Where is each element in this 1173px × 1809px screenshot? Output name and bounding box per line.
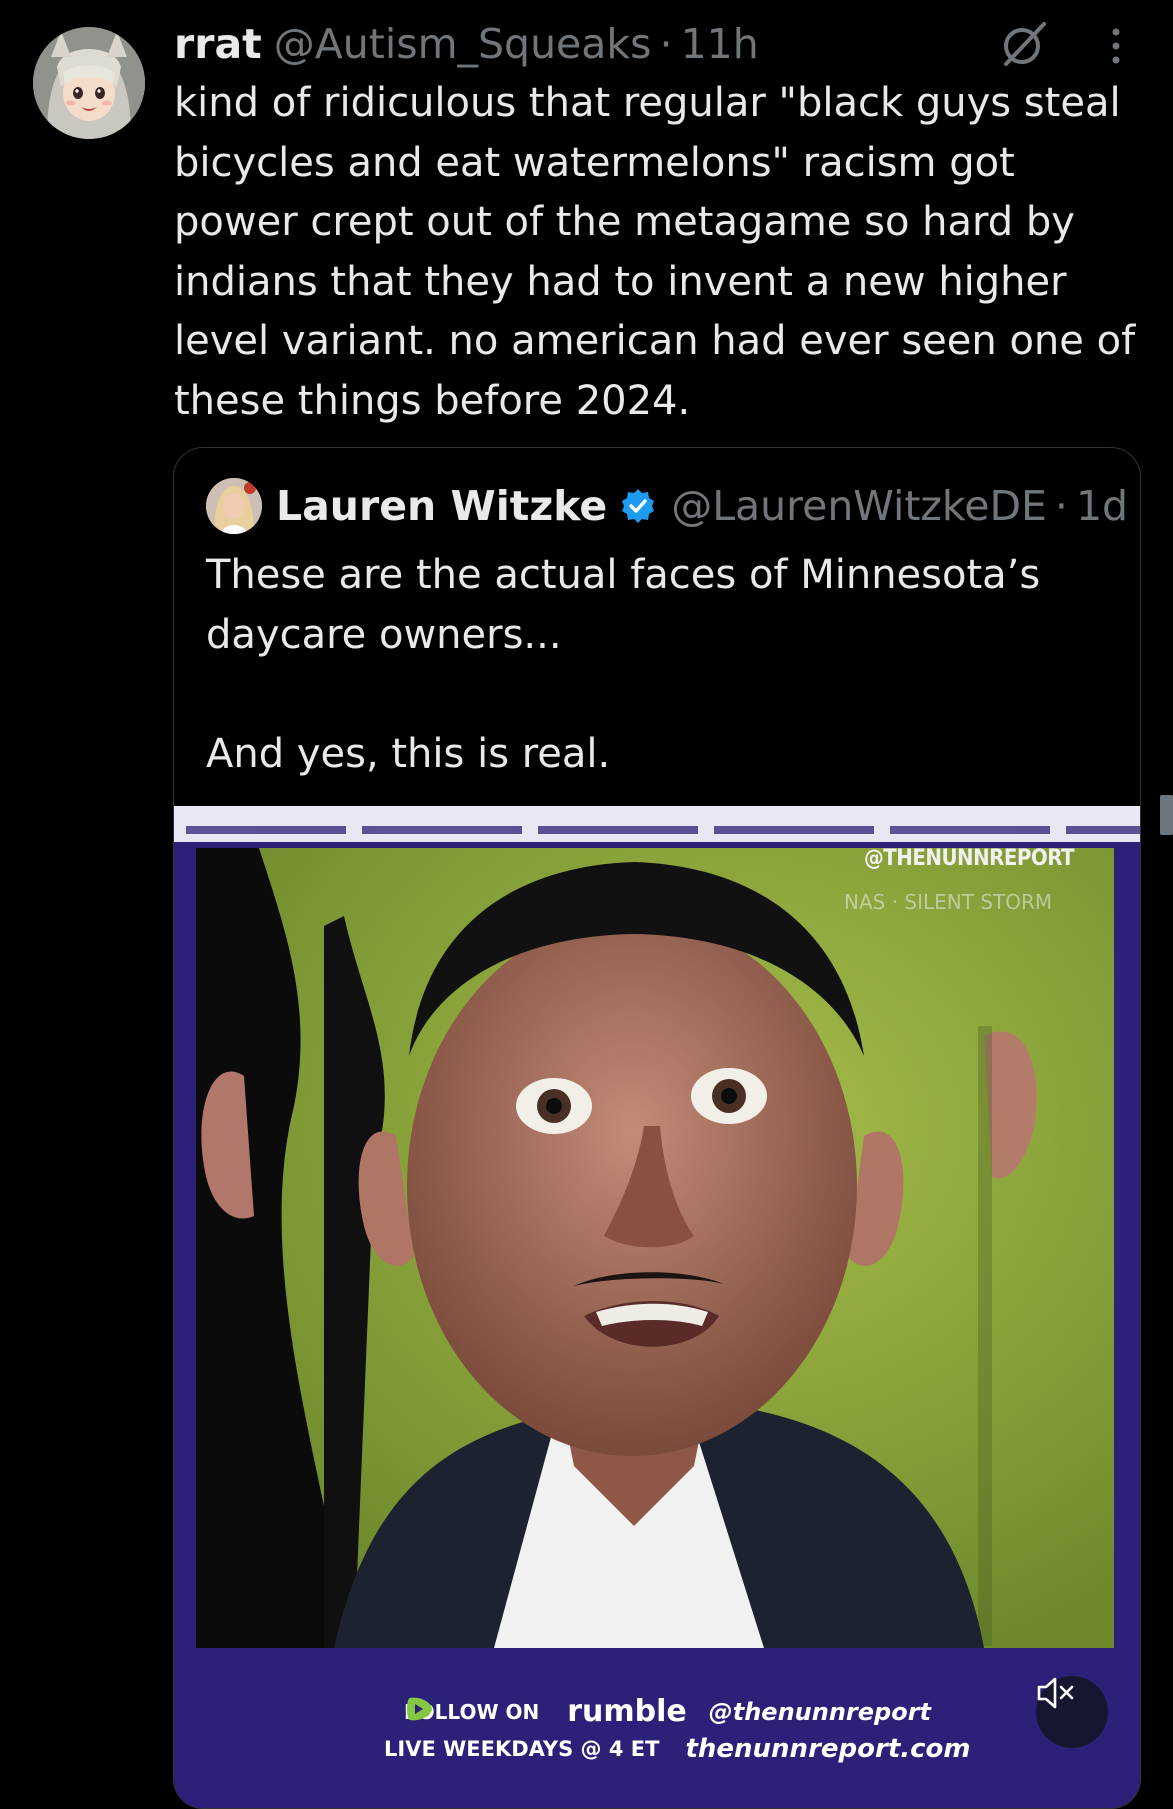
mute-toggle-button[interactable] bbox=[1036, 1676, 1108, 1748]
video-footer-follow: FOLLOW ON rumble @thenunnreport bbox=[404, 1694, 931, 1729]
tweet-text-line: level variant. no american had ever seen… bbox=[174, 318, 1136, 364]
quoted-author-avatar[interactable] bbox=[206, 478, 262, 534]
quoted-text-line: And yes, this is real. bbox=[206, 730, 611, 777]
quoted-tweet-card[interactable]: Lauren Witzke @LaurenWitzkeDE · 1d These… bbox=[173, 447, 1141, 1809]
quoted-author-handle[interactable]: @LaurenWitzkeDE bbox=[671, 482, 1047, 530]
tweet-text-line: indians that they had to invent a new hi… bbox=[174, 258, 1067, 305]
site-url-text: thenunnreport.com bbox=[685, 1734, 971, 1764]
quoted-tweet-header: Lauren Witzke @LaurenWitzkeDE · 1d bbox=[276, 476, 1128, 536]
author-display-name[interactable]: rrat bbox=[174, 20, 262, 68]
tweet-text-line: kind of ridiculous that regular "black g… bbox=[174, 80, 1121, 126]
quoted-timestamp[interactable]: 1d bbox=[1076, 482, 1128, 530]
video-player[interactable]: @THENUNNREPORT NAS · SILENT STORM FOLLOW… bbox=[174, 806, 1140, 1808]
quoted-author-display-name[interactable]: Lauren Witzke bbox=[276, 482, 607, 530]
quoted-text-line: These are the actual faces of Minnesota’… bbox=[206, 552, 1041, 598]
timestamp[interactable]: 11h bbox=[681, 20, 759, 68]
rumble-wordmark: rumble bbox=[567, 1694, 687, 1729]
video-watermark: @THENUNNREPORT bbox=[864, 846, 1075, 871]
live-weekdays-text: LIVE WEEKDAYS @ 4 ET bbox=[384, 1737, 660, 1761]
tweet-text-line: bicycles and eat watermelons" racism got bbox=[174, 139, 1015, 186]
verified-badge-icon[interactable] bbox=[619, 487, 657, 525]
video-sub-watermark: NAS · SILENT STORM bbox=[844, 890, 1053, 914]
tweet-header: rrat @Autism_Squeaks · 11h bbox=[174, 14, 759, 74]
video-footer-schedule: LIVE WEEKDAYS @ 4 ET thenunnreport.com bbox=[384, 1734, 971, 1764]
author-avatar[interactable] bbox=[33, 27, 145, 139]
grok-icon[interactable] bbox=[998, 18, 1050, 70]
separator-dot: · bbox=[659, 20, 673, 68]
quoted-text-line: daycare owners... bbox=[206, 611, 562, 658]
tweet-text-line: power crept out of the metagame so hard … bbox=[174, 199, 1075, 245]
scrollbar-thumb[interactable] bbox=[1160, 795, 1173, 835]
video-frame bbox=[174, 806, 1140, 1808]
more-vertical-icon[interactable] bbox=[1098, 22, 1134, 70]
quoted-tweet-text: These are the actual faces of Minnesota’… bbox=[206, 546, 1116, 784]
separator-dot: · bbox=[1054, 482, 1068, 530]
tweet-text-line: these things before 2024. bbox=[174, 377, 691, 424]
author-handle[interactable]: @Autism_Squeaks bbox=[274, 20, 652, 68]
tweet-text: kind of ridiculous that regular "black g… bbox=[174, 74, 1149, 431]
quoted-text-line bbox=[206, 665, 1116, 725]
rumble-handle: @thenunnreport bbox=[708, 1697, 932, 1726]
tweet-container[interactable]: rrat @Autism_Squeaks · 11h kind of ridic… bbox=[0, 0, 1173, 1809]
